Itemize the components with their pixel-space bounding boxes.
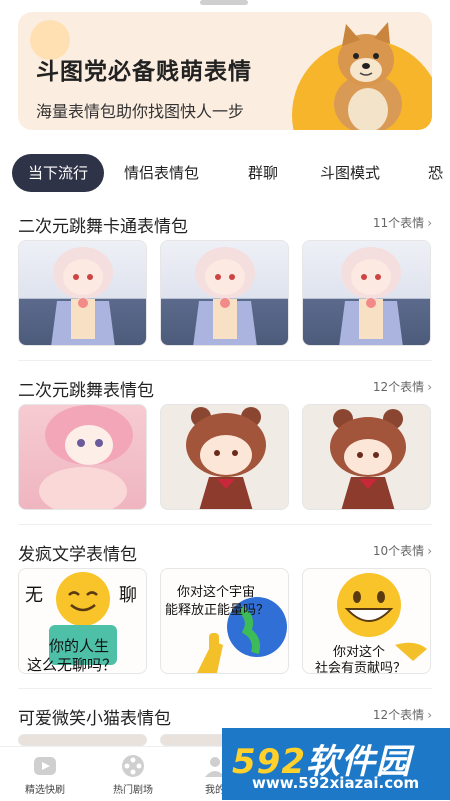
sticker-thumbnail[interactable]: 你对这个 社会有贡献吗？ — [302, 568, 431, 674]
tab-trending[interactable]: 当下流行 — [12, 154, 105, 192]
sticker-section[interactable]: 二次元跳舞卡通表情包 11个表情 › — [18, 212, 432, 352]
category-tabs: 当下流行 情侣表情包 群聊 斗图模式 恐 — [0, 154, 450, 192]
meme-caption: 无 — [25, 585, 43, 606]
section-divider — [18, 524, 432, 525]
tab-battle-mode[interactable]: 斗图模式 — [320, 154, 380, 192]
chevron-right-icon: › — [427, 708, 432, 722]
section-count-label: 11个表情 — [372, 216, 425, 230]
sticker-thumbnail[interactable] — [18, 734, 147, 746]
meme-caption: 聊 — [119, 585, 137, 606]
meme-caption: 能释放正能量吗？ — [165, 603, 270, 618]
section-divider — [18, 360, 432, 361]
section-count[interactable]: 11个表情 › — [373, 214, 432, 231]
nav-label: 热门剧场 — [113, 785, 153, 796]
section-title: 可爱微笑小猫表情包 — [18, 709, 171, 729]
promo-banner[interactable]: 斗图党必备贱萌表情 海量表情包助你找图快人一步 — [18, 12, 432, 130]
meme-caption: 你的人生 — [49, 637, 110, 655]
status-bar — [0, 0, 450, 10]
anime-girl-image — [339, 247, 403, 345]
sticker-thumbnail[interactable]: 你对这个宇宙 能释放正能量吗？ — [160, 568, 289, 674]
tab-group-chat[interactable]: 群聊 — [248, 154, 278, 192]
sticker-thumbnail[interactable] — [18, 404, 147, 510]
site-watermark: 592软件园 www.592xiazai.com — [222, 728, 450, 800]
pink-anime-image — [39, 405, 133, 509]
nav-item-theater[interactable]: 热门剧场 — [98, 753, 168, 796]
sticker-thumbnail[interactable] — [302, 240, 431, 346]
thumbnail-row: 无 聊 你的人生 这么无聊吗？ 你对这个宇宙 能释放正能量吗？ 你对这个 社会有… — [18, 568, 432, 674]
section-count-label: 12个表情 — [372, 708, 425, 722]
meme-caption: 社会有贡献吗？ — [315, 661, 407, 674]
watermark-url: www.592xiazai.com — [252, 774, 420, 792]
section-count[interactable]: 12个表情 › — [373, 378, 432, 395]
section-divider — [18, 688, 432, 689]
section-title: 发疯文学表情包 — [18, 545, 137, 565]
section-count[interactable]: 12个表情 › — [373, 706, 432, 723]
sticker-thumbnail[interactable] — [302, 404, 431, 510]
sticker-thumbnail[interactable]: 无 聊 你的人生 这么无聊吗？ — [18, 568, 147, 674]
section-title: 二次元跳舞卡通表情包 — [18, 217, 188, 237]
shiba-dog-image — [334, 22, 402, 130]
nav-item-featured[interactable]: 精选快刷 — [10, 753, 80, 796]
meme-caption: 你对这个宇宙 — [177, 585, 256, 600]
meme-caption: 这么无聊吗？ — [27, 656, 118, 674]
sticker-section[interactable]: 发疯文学表情包 10个表情 › 无 聊 你的人生 这么无聊吗？ 你对这个宇宙 能… — [18, 540, 432, 680]
banner-subtitle: 海量表情包助你找图快人一步 — [36, 102, 245, 121]
status-indicator — [200, 0, 248, 5]
sticker-section[interactable]: 二次元跳舞表情包 12个表情 › — [18, 376, 432, 516]
banner-title: 斗图党必备贱萌表情 — [36, 59, 252, 85]
anime-girl-image — [51, 247, 115, 345]
chevron-right-icon: › — [427, 216, 432, 230]
chevron-right-icon: › — [427, 380, 432, 394]
film-reel-icon — [122, 755, 144, 777]
tab-more[interactable]: 恐 — [428, 154, 443, 192]
section-count[interactable]: 10个表情 › — [373, 542, 432, 559]
play-icon — [34, 757, 56, 775]
thumbnail-row — [18, 240, 432, 346]
tab-couple-stickers[interactable]: 情侣表情包 — [124, 154, 199, 192]
bear-girl-image — [330, 409, 406, 509]
bear-girl-image — [186, 407, 266, 509]
sticker-thumbnail[interactable] — [160, 240, 289, 346]
sticker-thumbnail[interactable] — [160, 404, 289, 510]
section-title: 二次元跳舞表情包 — [18, 381, 154, 401]
anime-girl-image — [193, 247, 257, 345]
thumbnail-row — [18, 404, 432, 510]
nav-label: 精选快刷 — [25, 785, 65, 796]
chevron-right-icon: › — [427, 544, 432, 558]
section-count-label: 12个表情 — [372, 380, 425, 394]
section-count-label: 10个表情 — [372, 544, 425, 558]
sticker-thumbnail[interactable] — [18, 240, 147, 346]
